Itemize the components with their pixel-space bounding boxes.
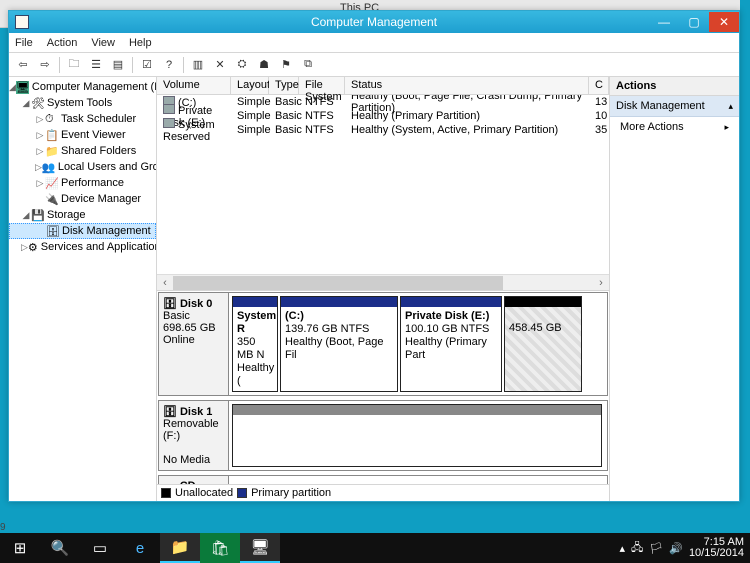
back-button[interactable]: ⇦ xyxy=(13,55,33,75)
menu-help[interactable]: Help xyxy=(129,37,152,49)
collapse-icon: ▴ xyxy=(728,101,733,112)
icon-b[interactable]: ⚑ xyxy=(276,55,296,75)
statusbar: 9 xyxy=(0,522,6,533)
legend: Unallocated Primary partition xyxy=(157,485,609,501)
disk-meta: 🗄Disk 1 Removable (F:) No Media xyxy=(159,401,229,470)
close-button[interactable]: ✕ xyxy=(709,12,739,32)
tree-device-manager[interactable]: 🔌Device Manager xyxy=(9,191,156,207)
settings-button[interactable]: ⛭ xyxy=(232,55,252,75)
partition-unallocated[interactable]: 458.45 GB xyxy=(504,296,582,392)
mmc-button[interactable]: 🖥 xyxy=(240,533,280,563)
tree-system-tools[interactable]: ◢🛠System Tools xyxy=(9,95,156,111)
actions-pane: Actions Disk Management▴ More Actions▸ xyxy=(609,77,739,501)
disk-meta: 💿CD-ROM 0 DVD (G:) No Media xyxy=(159,476,229,485)
menu-action[interactable]: Action xyxy=(47,37,78,49)
col-layout[interactable]: Layout xyxy=(231,77,269,94)
tree-root[interactable]: ◢🖥Computer Management (Local xyxy=(9,79,156,95)
taskbar: ⊞ 🔍 ▭ e 📁 🛍 🖥 ▴ 🖧 🏳 🔊 7:15 AM 10/15/2014 xyxy=(0,533,750,563)
actions-more[interactable]: More Actions▸ xyxy=(610,117,739,137)
col-type[interactable]: Type xyxy=(269,77,299,94)
tree-shared-folders[interactable]: ▷📁Shared Folders xyxy=(9,143,156,159)
main-pane: Volume Layout Type File System Status C … xyxy=(157,77,609,501)
properties-button[interactable]: ☰ xyxy=(86,55,106,75)
tree-disk-management[interactable]: 🗄Disk Management xyxy=(9,223,156,239)
app-icon xyxy=(15,15,29,29)
tray-arrow-icon[interactable]: ▴ xyxy=(619,542,625,555)
tree-performance[interactable]: ▷📈Performance xyxy=(9,175,156,191)
up-button[interactable]: 🗀 xyxy=(64,55,84,75)
legend-primary-icon xyxy=(237,488,247,498)
actions-header: Actions xyxy=(610,77,739,96)
export-button[interactable]: ▥ xyxy=(188,55,208,75)
legend-primary-label: Primary partition xyxy=(251,487,331,499)
minimize-button[interactable]: — xyxy=(649,12,679,32)
partition-c[interactable]: (C:)139.76 GB NTFSHealthy (Boot, Page Fi… xyxy=(280,296,398,392)
help-button[interactable]: ? xyxy=(159,55,179,75)
chevron-right-icon: ▸ xyxy=(724,122,729,133)
system-tray[interactable]: ▴ 🖧 🏳 🔊 7:15 AM 10/15/2014 xyxy=(613,537,750,559)
tree-event-viewer[interactable]: ▷📋Event Viewer xyxy=(9,127,156,143)
drive-icon xyxy=(163,118,175,128)
volume-header: Volume Layout Type File System Status C xyxy=(157,77,609,95)
tree-services-apps[interactable]: ▷⚙Services and Applications xyxy=(9,239,156,255)
maximize-button[interactable]: ▢ xyxy=(679,12,709,32)
volume-list: (C:) Simple Basic NTFS Healthy (Boot, Pa… xyxy=(157,95,609,291)
cdrom-0[interactable]: 💿CD-ROM 0 DVD (G:) No Media xyxy=(158,475,608,485)
explorer-button[interactable]: 📁 xyxy=(160,533,200,563)
tree-storage[interactable]: ◢💾Storage xyxy=(9,207,156,223)
drive-icon xyxy=(163,104,175,114)
computer-management-window: Computer Management — ▢ ✕ File Action Vi… xyxy=(8,10,740,502)
titlebar[interactable]: Computer Management — ▢ ✕ xyxy=(9,11,739,33)
col-status[interactable]: Status xyxy=(345,77,589,94)
icon-a[interactable]: ☗ xyxy=(254,55,274,75)
search-button[interactable]: 🔍 xyxy=(40,533,80,563)
scroll-right-icon[interactable]: › xyxy=(593,275,609,291)
disk-meta: 🗄Disk 0 Basic 698.65 GB Online xyxy=(159,293,229,395)
col-capacity[interactable]: C xyxy=(589,77,609,94)
forward-button[interactable]: ⇨ xyxy=(35,55,55,75)
window-title: Computer Management xyxy=(311,15,437,29)
col-filesystem[interactable]: File System xyxy=(299,77,345,94)
partition-e[interactable]: Private Disk (E:)100.10 GB NTFSHealthy (… xyxy=(400,296,502,392)
clock[interactable]: 7:15 AM 10/15/2014 xyxy=(689,537,744,559)
menu-view[interactable]: View xyxy=(91,37,115,49)
store-button[interactable]: 🛍 xyxy=(200,533,240,563)
taskview-button[interactable]: ▭ xyxy=(80,533,120,563)
disk-0[interactable]: 🗄Disk 0 Basic 698.65 GB Online System R3… xyxy=(158,292,608,396)
refresh-button[interactable]: ☑ xyxy=(137,55,157,75)
start-button[interactable]: ⊞ xyxy=(0,533,40,563)
show-hide-button[interactable]: ▤ xyxy=(108,55,128,75)
partition-system-reserved[interactable]: System R350 MB NHealthy ( xyxy=(232,296,278,392)
disk-icon: 🗄 xyxy=(163,405,177,418)
disk-1[interactable]: 🗄Disk 1 Removable (F:) No Media xyxy=(158,400,608,471)
toolbar: ⇦ ⇨ 🗀 ☰ ▤ ☑ ? ▥ ✕ ⛭ ☗ ⚑ ⧉ xyxy=(9,53,739,77)
icon-c[interactable]: ⧉ xyxy=(298,55,318,75)
new-button[interactable]: ✕ xyxy=(210,55,230,75)
network-icon[interactable]: 🖧 xyxy=(631,539,643,558)
legend-unallocated-icon xyxy=(161,488,171,498)
menubar: File Action View Help xyxy=(9,33,739,53)
scroll-thumb[interactable] xyxy=(173,276,503,290)
volume-icon[interactable]: 🔊 xyxy=(669,542,683,555)
tree-task-scheduler[interactable]: ▷⏱Task Scheduler xyxy=(9,111,156,127)
scroll-left-icon[interactable]: ‹ xyxy=(157,275,173,291)
nav-tree: ◢🖥Computer Management (Local ◢🛠System To… xyxy=(9,77,157,501)
actions-section[interactable]: Disk Management▴ xyxy=(610,96,739,117)
volume-row[interactable]: System Reserved Simple Basic NTFS Health… xyxy=(157,123,609,137)
partition-empty[interactable] xyxy=(232,404,602,467)
menu-file[interactable]: File xyxy=(15,37,33,49)
disk-icon: 🗄 xyxy=(163,297,177,310)
col-volume[interactable]: Volume xyxy=(157,77,231,94)
ie-button[interactable]: e xyxy=(120,533,160,563)
hscrollbar[interactable]: ‹ › xyxy=(157,274,609,290)
legend-unallocated-label: Unallocated xyxy=(175,487,233,499)
disk-map: 🗄Disk 0 Basic 698.65 GB Online System R3… xyxy=(157,291,609,485)
tree-local-users[interactable]: ▷👥Local Users and Groups xyxy=(9,159,156,175)
action-center-icon[interactable]: 🏳 xyxy=(649,542,663,555)
